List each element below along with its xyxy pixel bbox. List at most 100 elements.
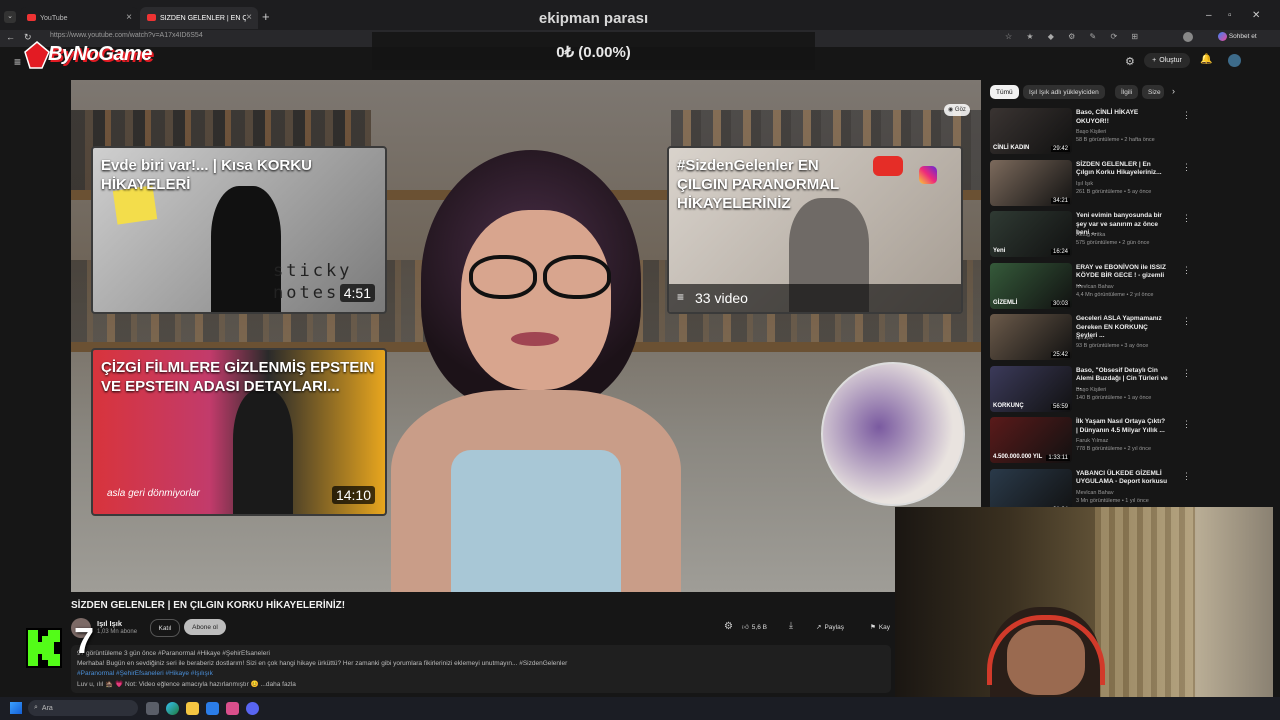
recommendation-title[interactable]: YABANCI ÜLKEDE GİZEMLİ UYGULAMA - Deport… xyxy=(1076,470,1168,487)
save-button[interactable]: ⚑ Kay xyxy=(870,619,890,635)
recommendation-title[interactable]: SİZDEN GELENLER | En Çılgın Korku Hikaye… xyxy=(1076,161,1168,178)
recommendation-thumbnail[interactable]: 34:21 xyxy=(990,159,1072,206)
create-label: Oluştur xyxy=(1159,57,1182,64)
thumbnail-text: KORKUNÇ xyxy=(993,402,1024,409)
store-icon[interactable] xyxy=(206,702,219,715)
recommendation-title[interactable]: Baso, CİNLİ HİKAYE OKUYOR!! xyxy=(1076,109,1168,126)
recommendation-channel[interactable]: Faruk Yılmaz xyxy=(1076,438,1108,444)
task-view-icon[interactable] xyxy=(146,702,159,715)
extensions-icons[interactable]: ☆ ★ ◆ ⚙ ✎ ⟳ ⊞ xyxy=(1005,32,1144,41)
recommendation-title[interactable]: İlk Yaşam Nasıl Ortaya Çıktı? | Dünyanın… xyxy=(1076,418,1168,435)
cast-icon[interactable]: ⚙ xyxy=(1125,55,1135,68)
playlist-icon: ≡ xyxy=(677,290,685,304)
endcard-video-1[interactable]: Evde biri var!... | Kısa KORKU HİKAYELER… xyxy=(91,146,387,314)
menu-icon[interactable]: ≡ xyxy=(14,55,21,69)
recommendation-item[interactable]: KORKUNÇ 56:59 Baso, "Obsesif Detaylı Cin A… xyxy=(990,365,1250,416)
notifications-icon[interactable]: 🔔 xyxy=(1200,54,1212,65)
maximize-icon[interactable]: ▫ xyxy=(1228,10,1232,21)
endcard-playlist[interactable]: #SizdenGelenler EN ÇILGIN PARANORMAL HİK… xyxy=(667,146,963,314)
recommendation-item[interactable]: CİNLİ KADIN 29:42 Baso, CİNLİ HİKAYE OKUYO… xyxy=(990,108,1250,158)
clip-icon[interactable]: ⚙ xyxy=(724,621,733,632)
recommendation-channel[interactable]: Başo Kişileri xyxy=(1076,387,1106,393)
close-window-icon[interactable]: ✕ xyxy=(1252,10,1260,21)
like-button[interactable]: 👍︎ 5,6 B xyxy=(742,619,767,635)
endcard-video-2[interactable]: ÇİZGİ FİLMLERE GİZLENMİŞ EPSTEIN VE EPST… xyxy=(91,348,387,516)
edge-icon[interactable] xyxy=(166,702,179,715)
channel-name[interactable]: Işıl Işık xyxy=(97,619,122,628)
kick-icon xyxy=(28,630,60,666)
recommendation-thumbnail[interactable]: CİNLİ KADIN 29:42 xyxy=(990,108,1072,154)
discord-icon[interactable] xyxy=(246,702,259,715)
recommendation-thumbnail[interactable]: KORKUNÇ 56:59 xyxy=(990,365,1072,412)
recommendation-item[interactable]: GİZEMLİ 30:03 ERAY ve EBONİVON ile ISSIZ K… xyxy=(990,262,1250,313)
more-options-icon[interactable]: ⋮ xyxy=(1182,471,1191,482)
subscribe-button[interactable]: Abone ol xyxy=(184,619,226,635)
recommendation-item[interactable]: 25:42 Geceleri ASLA Yapmamanız Gereken EN… xyxy=(990,314,1250,364)
recommendation-thumbnail[interactable]: 4.500.000.000 YIL 1:33:11 xyxy=(990,417,1072,463)
tab-actions-icon[interactable]: ⌄ xyxy=(4,11,16,23)
file-explorer-icon[interactable] xyxy=(186,702,199,715)
more-options-icon[interactable]: ⋮ xyxy=(1182,162,1191,173)
more-options-icon[interactable]: ⋮ xyxy=(1182,368,1191,379)
chip-from-uploader[interactable]: Işıl Işık adlı yükleyiciden xyxy=(1023,85,1105,99)
recommendation-channel[interactable]: Işıl Işık xyxy=(1076,335,1093,341)
chip-label: Tümü xyxy=(996,88,1013,96)
chip-all[interactable]: Tümü xyxy=(990,85,1019,99)
endcard-title: ÇİZGİ FİLMLERE GİZLENMİŞ EPSTEIN VE EPST… xyxy=(101,359,375,395)
recommendation-channel[interactable]: Işıl Işık xyxy=(1076,181,1093,187)
recommendation-thumbnail[interactable]: GİZEMLİ 30:03 xyxy=(990,262,1072,309)
description-hashtags[interactable]: #Paranormal #ŞehirEfsaneleri #Hikaye #Iş… xyxy=(77,670,213,677)
description-line-3[interactable]: Luv u, ıIıl 🏚️ 💗 Not: Video eğlence amac… xyxy=(77,680,296,688)
tab-active-video[interactable]: SİZDEN GELENLER | EN ÇILGIN KO × xyxy=(140,7,258,29)
close-tab-icon[interactable]: × xyxy=(246,12,252,23)
thumbnail-text: 4.500.000.000 YIL xyxy=(993,454,1043,460)
endcard-channel-subscribe[interactable] xyxy=(821,362,965,506)
join-button[interactable]: Katıl xyxy=(150,619,180,637)
recommendation-item[interactable]: Yeni 16:24 Yeni evimin banyosunda bir şey … xyxy=(990,211,1250,261)
bynogame-wordmark: ByNoGame xyxy=(48,43,152,65)
chip-related[interactable]: İlgili xyxy=(1115,85,1139,99)
more-options-icon[interactable]: ⋮ xyxy=(1182,316,1191,327)
taskbar-search[interactable]: ⌕ Ara xyxy=(28,700,138,716)
more-options-icon[interactable]: ⋮ xyxy=(1182,265,1191,276)
recommendation-channel[interactable]: Başo Kişileri xyxy=(1076,129,1106,135)
video-player[interactable]: ◉ Göz Evde biri var!... | Kısa KORKU HİK… xyxy=(71,80,981,592)
chip-label: Işıl Işık adlı yükleyiciden xyxy=(1029,88,1099,96)
dislike-icon[interactable]: ⤓ xyxy=(789,620,793,631)
start-icon[interactable] xyxy=(10,702,22,714)
tab-youtube[interactable]: YouTube × xyxy=(20,7,138,29)
recommendation-thumbnail[interactable]: Yeni 16:24 xyxy=(990,211,1072,257)
instagram-icon xyxy=(919,166,937,184)
chevron-right-icon[interactable]: › xyxy=(1172,86,1175,96)
thumbs-up-icon: 👍︎ xyxy=(742,624,749,631)
overlay-badge[interactable]: ◉ Göz xyxy=(944,104,970,116)
recommendation-channel[interactable]: Aktuğ Aritka xyxy=(1076,232,1105,238)
new-tab-icon[interactable]: + xyxy=(262,9,270,24)
app-icon[interactable] xyxy=(226,702,239,715)
url-field[interactable]: https://www.youtube.com/watch?v=A17x4ID6… xyxy=(50,32,203,39)
recommendation-channel[interactable]: Mevlcan Bahav xyxy=(1076,284,1114,290)
minimize-icon[interactable]: – xyxy=(1206,10,1212,21)
account-avatar[interactable] xyxy=(1228,54,1241,67)
recommendation-item[interactable]: 4.500.000.000 YIL 1:33:11 İlk Yaşam Nasıl … xyxy=(990,417,1250,467)
sohbet-button[interactable]: Sohbet et xyxy=(1218,32,1257,41)
playlist-count: 33 video xyxy=(695,290,748,306)
like-count: 5,6 B xyxy=(751,623,767,631)
tab-label: YouTube xyxy=(40,14,68,22)
chip-for-you[interactable]: Size xyxy=(1142,85,1164,99)
share-button[interactable]: ↗ Paylaş xyxy=(816,619,844,635)
recommendation-item[interactable]: 34:21 SİZDEN GELENLER | En Çılgın Korku H… xyxy=(990,159,1250,210)
back-icon[interactable]: ← xyxy=(6,32,15,42)
more-options-icon[interactable]: ⋮ xyxy=(1182,213,1191,224)
recommendation-meta: 778 B görüntüleme • 2 yıl önce xyxy=(1076,446,1151,452)
profile-avatar[interactable] xyxy=(1183,32,1193,42)
description-line-1: Merhaba! Bugün en sevdiğiniz seri ile be… xyxy=(77,660,568,667)
create-button[interactable]: + Oluştur xyxy=(1144,53,1190,68)
close-tab-icon[interactable]: × xyxy=(126,12,132,23)
webcam-overlay xyxy=(895,507,1273,720)
more-options-icon[interactable]: ⋮ xyxy=(1182,110,1191,121)
more-options-icon[interactable]: ⋮ xyxy=(1182,419,1191,430)
recommendation-thumbnail[interactable]: 25:42 xyxy=(990,314,1072,360)
chip-label: Size xyxy=(1148,88,1161,96)
recommendation-channel[interactable]: Mevlcan Bahav xyxy=(1076,490,1114,496)
